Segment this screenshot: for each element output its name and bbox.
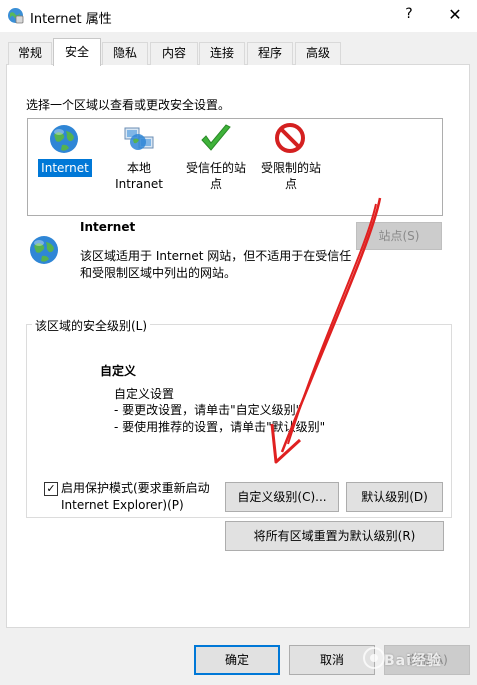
ok-button[interactable]: 确定 [194, 645, 280, 675]
globe-icon[interactable] [48, 123, 80, 155]
zone-prompt: 选择一个区域以查看或更改安全设置。 [26, 98, 231, 112]
custom-hint-line: - 要使用推荐的设置，请单击"默认级别" [114, 420, 326, 434]
watermark-text: Bai经验 [384, 653, 442, 669]
protected-mode-checkbox[interactable]: ✓ [44, 482, 58, 496]
default-level-button[interactable]: 默认级别(D) [346, 482, 443, 512]
tab-general[interactable]: 常规 [8, 42, 52, 65]
protected-mode-label[interactable]: 启用保护模式(要求重新启动 Internet Explorer)(P) [61, 480, 226, 514]
close-button[interactable]: ✕ [444, 5, 466, 27]
tab-connections[interactable]: 连接 [199, 42, 245, 65]
zone-trusted-sites-label[interactable]: 受信任的站 点 [183, 160, 249, 192]
sites-button[interactable]: 站点(S) [356, 222, 442, 250]
custom-hint-line: - 要更改设置，请单击"自定义级别" [114, 403, 302, 417]
security-level-legend: 该区域的安全级别(L) [32, 317, 151, 334]
custom-level-button[interactable]: 自定义级别(C)... [225, 482, 339, 512]
globe-icon [30, 236, 58, 264]
no-entry-icon[interactable] [274, 122, 306, 154]
zone-internet-label[interactable]: Internet [38, 159, 92, 177]
zone-description: 该区域适用于 Internet 网站，但不适用于在受信任和受限制区域中列出的网站… [80, 249, 352, 280]
zone-title: Internet [80, 220, 136, 234]
tab-advanced[interactable]: 高级 [295, 42, 341, 65]
reset-all-zones-button[interactable]: 将所有区域重置为默认级别(R) [225, 521, 444, 551]
intranet-globe-icon[interactable] [122, 122, 156, 156]
check-icon[interactable] [199, 122, 233, 156]
window-title: Internet 属性 [30, 12, 112, 27]
custom-settings-text: 自定义设置 [114, 387, 175, 401]
custom-level-title: 自定义 [100, 364, 137, 378]
tab-privacy[interactable]: 隐私 [102, 42, 148, 65]
internet-options-icon [8, 8, 24, 24]
zone-local-intranet-label[interactable]: 本地 Intranet [107, 160, 171, 192]
zone-restricted-sites-label[interactable]: 受限制的站 点 [258, 160, 324, 192]
tab-security[interactable]: 安全 [53, 38, 101, 66]
tab-content[interactable]: 内容 [150, 42, 198, 65]
tab-programs[interactable]: 程序 [247, 42, 293, 65]
help-button[interactable]: ? [400, 6, 418, 26]
